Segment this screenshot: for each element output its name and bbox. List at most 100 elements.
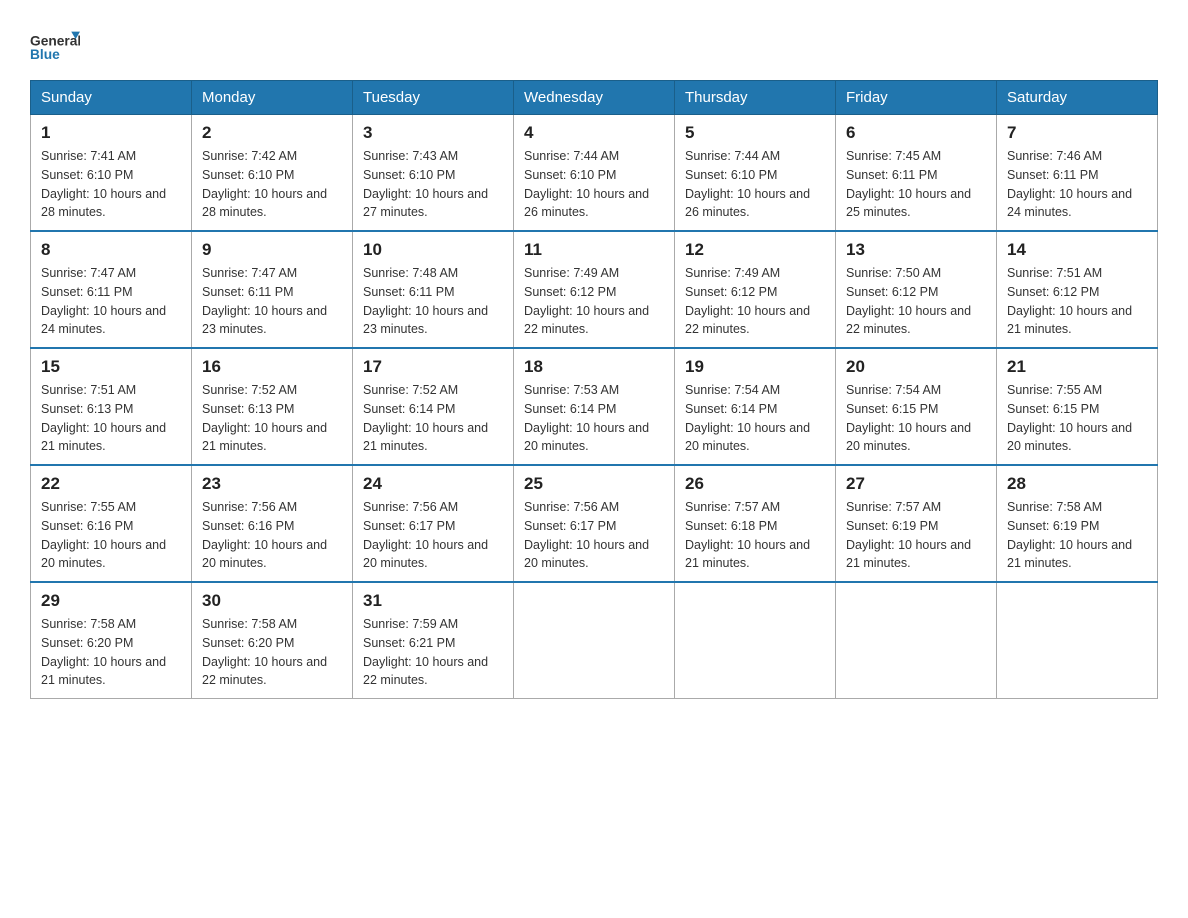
day-info: Sunrise: 7:51 AMSunset: 6:12 PMDaylight:… — [1007, 264, 1147, 339]
day-number: 12 — [685, 240, 825, 260]
day-info: Sunrise: 7:49 AMSunset: 6:12 PMDaylight:… — [685, 264, 825, 339]
day-info: Sunrise: 7:58 AMSunset: 6:20 PMDaylight:… — [41, 615, 181, 690]
day-info: Sunrise: 7:52 AMSunset: 6:14 PMDaylight:… — [363, 381, 503, 456]
calendar-cell: 18 Sunrise: 7:53 AMSunset: 6:14 PMDayligh… — [514, 348, 675, 465]
day-info: Sunrise: 7:42 AMSunset: 6:10 PMDaylight:… — [202, 147, 342, 222]
day-number: 4 — [524, 123, 664, 143]
calendar-body: 1Sunrise: 7:41 AMSunset: 6:10 PMDaylight… — [31, 115, 1158, 699]
day-info: Sunrise: 7:52 AMSunset: 6:13 PMDaylight:… — [202, 381, 342, 456]
day-info: Sunrise: 7:48 AMSunset: 6:11 PMDaylight:… — [363, 264, 503, 339]
day-number: 29 — [41, 591, 181, 611]
calendar-cell: 15Sunrise: 7:51 AMSunset: 6:13 PMDayligh… — [31, 348, 192, 465]
day-info: Sunrise: 7:47 AMSunset: 6:11 PMDaylight:… — [41, 264, 181, 339]
col-thursday: Thursday — [675, 81, 836, 115]
day-number: 8 — [41, 240, 181, 260]
day-number: 25 — [524, 474, 664, 494]
day-info: Sunrise: 7:53 AMSunset: 6:14 PMDaylight:… — [524, 381, 664, 456]
col-friday: Friday — [836, 81, 997, 115]
calendar-cell — [836, 582, 997, 699]
calendar-cell: 4 Sunrise: 7:44 AMSunset: 6:10 PMDaylight… — [514, 115, 675, 232]
day-number: 27 — [846, 474, 986, 494]
day-info: Sunrise: 7:44 AMSunset: 6:10 PMDaylight:… — [524, 147, 664, 222]
calendar-cell: 31 Sunrise: 7:59 AMSunset: 6:21 PMDayligh… — [353, 582, 514, 699]
col-saturday: Saturday — [997, 81, 1158, 115]
calendar-cell: 12 Sunrise: 7:49 AMSunset: 6:12 PMDayligh… — [675, 231, 836, 348]
calendar-cell: 14Sunrise: 7:51 AMSunset: 6:12 PMDayligh… — [997, 231, 1158, 348]
col-wednesday: Wednesday — [514, 81, 675, 115]
calendar-cell: 5 Sunrise: 7:44 AMSunset: 6:10 PMDaylight… — [675, 115, 836, 232]
calendar-cell: 16Sunrise: 7:52 AMSunset: 6:13 PMDayligh… — [192, 348, 353, 465]
calendar-cell: 20 Sunrise: 7:54 AMSunset: 6:15 PMDayligh… — [836, 348, 997, 465]
calendar-cell: 28 Sunrise: 7:58 AMSunset: 6:19 PMDayligh… — [997, 465, 1158, 582]
day-info: Sunrise: 7:45 AMSunset: 6:11 PMDaylight:… — [846, 147, 986, 222]
day-number: 17 — [363, 357, 503, 377]
day-info: Sunrise: 7:55 AMSunset: 6:16 PMDaylight:… — [41, 498, 181, 573]
day-number: 22 — [41, 474, 181, 494]
day-number: 15 — [41, 357, 181, 377]
calendar-cell: 9 Sunrise: 7:47 AMSunset: 6:11 PMDaylight… — [192, 231, 353, 348]
col-sunday: Sunday — [31, 81, 192, 115]
day-number: 20 — [846, 357, 986, 377]
day-info: Sunrise: 7:57 AMSunset: 6:18 PMDaylight:… — [685, 498, 825, 573]
calendar-cell: 7 Sunrise: 7:46 AMSunset: 6:11 PMDaylight… — [997, 115, 1158, 232]
day-number: 21 — [1007, 357, 1147, 377]
day-info: Sunrise: 7:58 AMSunset: 6:20 PMDaylight:… — [202, 615, 342, 690]
logo-icon: General Blue — [30, 20, 80, 70]
day-info: Sunrise: 7:43 AMSunset: 6:10 PMDaylight:… — [363, 147, 503, 222]
day-number: 5 — [685, 123, 825, 143]
calendar-cell: 27 Sunrise: 7:57 AMSunset: 6:19 PMDayligh… — [836, 465, 997, 582]
calendar-cell — [514, 582, 675, 699]
svg-text:Blue: Blue — [30, 47, 60, 62]
calendar-cell — [675, 582, 836, 699]
calendar-cell: 22 Sunrise: 7:55 AMSunset: 6:16 PMDayligh… — [31, 465, 192, 582]
day-number: 23 — [202, 474, 342, 494]
day-number: 6 — [846, 123, 986, 143]
day-info: Sunrise: 7:56 AMSunset: 6:16 PMDaylight:… — [202, 498, 342, 573]
week-row-4: 22 Sunrise: 7:55 AMSunset: 6:16 PMDayligh… — [31, 465, 1158, 582]
calendar-cell: 23 Sunrise: 7:56 AMSunset: 6:16 PMDayligh… — [192, 465, 353, 582]
week-row-3: 15Sunrise: 7:51 AMSunset: 6:13 PMDayligh… — [31, 348, 1158, 465]
calendar-cell: 6 Sunrise: 7:45 AMSunset: 6:11 PMDaylight… — [836, 115, 997, 232]
day-info: Sunrise: 7:44 AMSunset: 6:10 PMDaylight:… — [685, 147, 825, 222]
svg-text:General: General — [30, 33, 80, 48]
calendar-cell — [997, 582, 1158, 699]
calendar-cell: 30 Sunrise: 7:58 AMSunset: 6:20 PMDayligh… — [192, 582, 353, 699]
day-number: 24 — [363, 474, 503, 494]
week-row-1: 1Sunrise: 7:41 AMSunset: 6:10 PMDaylight… — [31, 115, 1158, 232]
day-info: Sunrise: 7:49 AMSunset: 6:12 PMDaylight:… — [524, 264, 664, 339]
day-info: Sunrise: 7:59 AMSunset: 6:21 PMDaylight:… — [363, 615, 503, 690]
day-number: 7 — [1007, 123, 1147, 143]
col-tuesday: Tuesday — [353, 81, 514, 115]
day-info: Sunrise: 7:54 AMSunset: 6:15 PMDaylight:… — [846, 381, 986, 456]
day-info: Sunrise: 7:58 AMSunset: 6:19 PMDaylight:… — [1007, 498, 1147, 573]
calendar-cell: 8 Sunrise: 7:47 AMSunset: 6:11 PMDaylight… — [31, 231, 192, 348]
calendar-cell: 29 Sunrise: 7:58 AMSunset: 6:20 PMDayligh… — [31, 582, 192, 699]
logo: General Blue — [30, 20, 80, 70]
day-number: 26 — [685, 474, 825, 494]
calendar-cell: 26 Sunrise: 7:57 AMSunset: 6:18 PMDayligh… — [675, 465, 836, 582]
calendar-cell: 21Sunrise: 7:55 AMSunset: 6:15 PMDayligh… — [997, 348, 1158, 465]
day-number: 19 — [685, 357, 825, 377]
day-number: 31 — [363, 591, 503, 611]
calendar-cell: 19Sunrise: 7:54 AMSunset: 6:14 PMDayligh… — [675, 348, 836, 465]
day-number: 9 — [202, 240, 342, 260]
calendar-table: Sunday Monday Tuesday Wednesday Thursday… — [30, 80, 1158, 699]
day-number: 1 — [41, 123, 181, 143]
calendar-cell: 10Sunrise: 7:48 AMSunset: 6:11 PMDayligh… — [353, 231, 514, 348]
page-header: General Blue — [30, 20, 1158, 70]
day-info: Sunrise: 7:57 AMSunset: 6:19 PMDaylight:… — [846, 498, 986, 573]
col-monday: Monday — [192, 81, 353, 115]
day-number: 18 — [524, 357, 664, 377]
day-number: 2 — [202, 123, 342, 143]
day-number: 30 — [202, 591, 342, 611]
header-row: Sunday Monday Tuesday Wednesday Thursday… — [31, 81, 1158, 115]
calendar-cell: 1Sunrise: 7:41 AMSunset: 6:10 PMDaylight… — [31, 115, 192, 232]
day-info: Sunrise: 7:46 AMSunset: 6:11 PMDaylight:… — [1007, 147, 1147, 222]
day-number: 28 — [1007, 474, 1147, 494]
calendar-header: Sunday Monday Tuesday Wednesday Thursday… — [31, 81, 1158, 115]
day-info: Sunrise: 7:47 AMSunset: 6:11 PMDaylight:… — [202, 264, 342, 339]
day-info: Sunrise: 7:56 AMSunset: 6:17 PMDaylight:… — [363, 498, 503, 573]
day-number: 11 — [524, 240, 664, 260]
day-number: 3 — [363, 123, 503, 143]
day-number: 13 — [846, 240, 986, 260]
